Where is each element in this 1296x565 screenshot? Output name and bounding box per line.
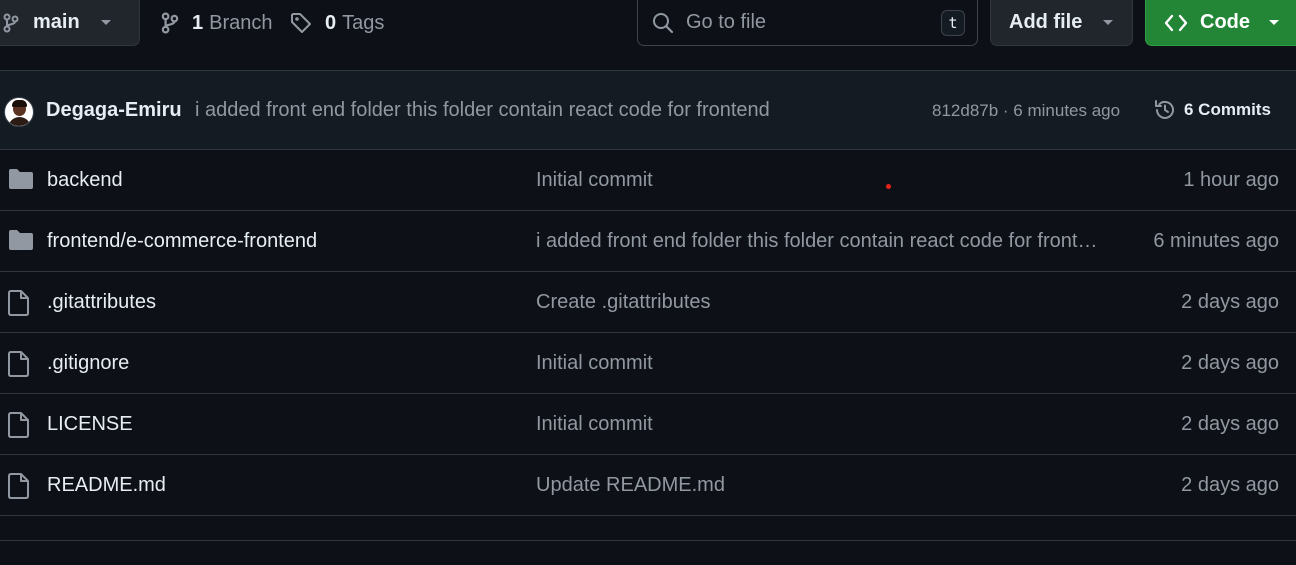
file-commit-time: 6 minutes ago	[1153, 230, 1279, 252]
code-button-label: Code	[1200, 11, 1250, 33]
file-commit-time: 2 days ago	[1181, 413, 1279, 435]
file-icon	[8, 351, 30, 382]
avatar[interactable]	[4, 97, 34, 127]
file-name-link[interactable]: frontend/e-commerce-frontend	[47, 230, 317, 253]
folder-icon	[8, 229, 34, 256]
git-branch-icon	[3, 13, 19, 32]
file-name-link[interactable]: README.md	[47, 474, 166, 497]
git-branch-icon	[161, 12, 179, 34]
file-row[interactable]: .gitattributes Create .gitattributes 2 day…	[0, 272, 1296, 333]
file-row[interactable]: LICENSE Initial commit 2 days ago	[0, 394, 1296, 455]
history-icon	[1155, 100, 1174, 119]
code-icon	[1164, 14, 1188, 31]
branch-count-label: Branch	[209, 11, 273, 34]
latest-commit-bar: Degaga-Emiru i added front end folder th…	[0, 70, 1296, 150]
file-commit-time: 2 days ago	[1181, 352, 1279, 374]
add-file-label: Add file	[1009, 11, 1083, 33]
file-list: backend Initial commit 1 hour ago frontend/…	[0, 150, 1296, 516]
repo-toolbar: main 1 Branch 0 Tags Go to file t Add fi…	[0, 0, 1296, 46]
tag-count: 0	[325, 11, 337, 34]
file-row[interactable]: .gitignore Initial commit 2 days ago	[0, 333, 1296, 394]
file-commit-message-link[interactable]: Initial commit	[536, 352, 653, 375]
file-icon	[8, 473, 29, 499]
go-to-file-input[interactable]: Go to file t	[637, 0, 978, 46]
folder-icon	[8, 168, 34, 195]
file-row[interactable]: frontend/e-commerce-frontend i added fron…	[0, 211, 1296, 272]
branches-link[interactable]: 1 Branch	[160, 8, 273, 38]
commits-count-label: 6 Commits	[1184, 100, 1271, 119]
repo-file-browser: main 1 Branch 0 Tags Go to file t Add fi…	[0, 0, 1296, 565]
branch-selector-button[interactable]: main	[0, 0, 140, 46]
chevron-down-icon	[100, 19, 111, 25]
file-commit-message-link[interactable]: Initial commit	[536, 169, 653, 192]
file-commit-message-link[interactable]: Update README.md	[536, 474, 725, 497]
add-file-button[interactable]: Add file	[990, 0, 1133, 46]
keyboard-shortcut-hint: t	[941, 9, 965, 36]
tag-count-label: Tags	[342, 11, 385, 34]
file-name-link[interactable]: LICENSE	[47, 413, 133, 436]
commits-history-link[interactable]: 6 Commits	[1153, 98, 1271, 122]
chevron-down-icon	[1269, 19, 1279, 25]
branch-name: main	[33, 11, 80, 33]
file-commit-time: 1 hour ago	[1183, 169, 1279, 191]
file-icon	[8, 412, 29, 438]
branch-count: 1	[192, 11, 204, 34]
file-name-link[interactable]: .gitattributes	[47, 291, 156, 314]
chevron-down-icon	[1103, 19, 1114, 25]
tag-icon	[291, 13, 311, 33]
avatar-hair	[12, 100, 27, 107]
folder-icon	[9, 169, 33, 189]
folder-icon	[9, 230, 33, 250]
code-button[interactable]: Code	[1145, 0, 1296, 46]
file-commit-message-link[interactable]: Initial commit	[536, 413, 653, 436]
search-icon	[653, 12, 674, 33]
cursor-dot-marker	[886, 184, 891, 189]
file-name-link[interactable]: backend	[47, 169, 123, 192]
file-icon	[8, 290, 29, 316]
file-icon	[8, 473, 30, 504]
commit-author-link[interactable]: Degaga-Emiru	[46, 99, 182, 122]
file-name-link[interactable]: .gitignore	[47, 352, 129, 375]
file-commit-time: 2 days ago	[1181, 291, 1279, 313]
file-row[interactable]: backend Initial commit 1 hour ago	[0, 150, 1296, 211]
commit-message-link[interactable]: i added front end folder this folder con…	[195, 99, 770, 122]
divider	[0, 540, 1296, 541]
tags-link[interactable]: 0 Tags	[289, 8, 384, 38]
file-commit-message-link[interactable]: i added front end folder this folder con…	[536, 230, 1098, 253]
file-row[interactable]: README.md Update README.md 2 days ago	[0, 455, 1296, 516]
file-icon	[8, 412, 30, 443]
go-to-file-placeholder: Go to file	[686, 11, 767, 33]
avatar-body	[8, 117, 31, 126]
commit-hash-time[interactable]: 812d87b · 6 minutes ago	[932, 101, 1120, 121]
file-commit-time: 2 days ago	[1181, 474, 1279, 496]
file-icon	[8, 351, 29, 377]
file-icon	[8, 290, 30, 321]
file-commit-message-link[interactable]: Create .gitattributes	[536, 291, 711, 314]
